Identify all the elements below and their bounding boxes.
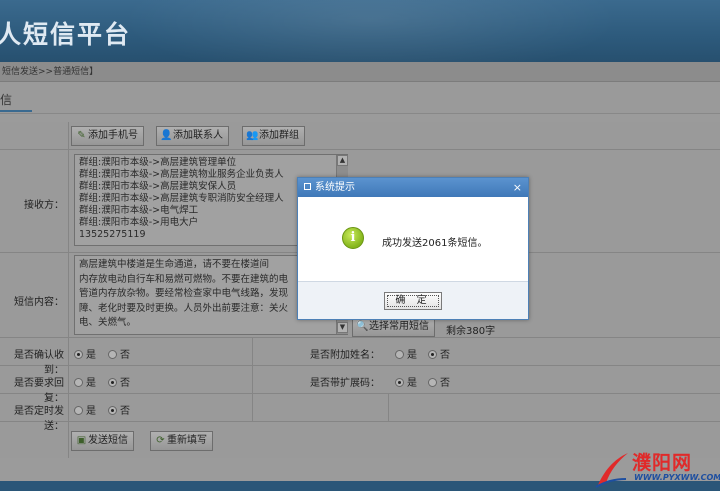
save-icon: ▣ xyxy=(76,435,87,446)
confirm-receipt-no[interactable]: 否 xyxy=(108,346,130,361)
system-prompt-dialog: 系统提示 × i 成功发送2061条短信。 确 定 xyxy=(297,177,529,320)
tab-bar: 信 xyxy=(0,82,720,114)
person-icon: 👤 xyxy=(160,130,173,141)
add-phone-button[interactable]: ✎ 添加手机号 xyxy=(71,126,144,146)
scroll-down-icon[interactable]: ▼ xyxy=(337,322,348,333)
close-icon[interactable]: × xyxy=(513,178,522,197)
site-logo: 濮阳网 WWW.PYXWW.COM xyxy=(594,446,720,491)
receivers-label: 接收方： xyxy=(24,200,64,211)
toolbar-row: ✎ 添加手机号 👤添加联系人 👥添加群组 xyxy=(0,122,720,150)
tab-active-indicator xyxy=(0,110,32,112)
ext-code-label: 是否带扩展码： xyxy=(310,378,380,389)
append-name-no[interactable]: 否 xyxy=(428,346,450,361)
scheduled-yes[interactable]: 是 xyxy=(74,402,96,417)
refresh-icon: ⟳ xyxy=(156,435,165,446)
logo-swoosh-icon xyxy=(595,453,628,488)
info-icon: i xyxy=(342,227,364,249)
confirm-receipt-yes[interactable]: 是 xyxy=(74,346,96,361)
add-contact-button[interactable]: 👤添加联系人 xyxy=(156,126,229,146)
options-row-3: 是否定时发送： 是 否 xyxy=(0,394,720,432)
pencil-icon: ✎ xyxy=(77,130,86,141)
app-title: 人短信平台 xyxy=(0,20,132,49)
scheduled-no[interactable]: 否 xyxy=(108,402,130,417)
breadcrumb: 短信发送>>普通短信】 xyxy=(0,62,720,82)
require-reply-yes[interactable]: 是 xyxy=(74,374,96,389)
dialog-message: 成功发送2061条短信。 xyxy=(382,238,488,249)
radio-icon xyxy=(108,350,117,359)
content-label: 短信内容： xyxy=(14,297,64,308)
radio-icon xyxy=(74,406,83,415)
options-row-2: 是否要求回复： 是 否 是否带扩展码： 是 否 xyxy=(0,366,720,404)
require-reply-no[interactable]: 否 xyxy=(108,374,130,389)
radio-icon xyxy=(428,350,437,359)
radio-icon xyxy=(74,378,83,387)
ext-code-yes[interactable]: 是 xyxy=(395,374,417,389)
dialog-title: 系统提示 xyxy=(315,182,355,193)
refill-button[interactable]: ⟳ 重新填写 xyxy=(150,431,213,451)
send-sms-button[interactable]: ▣ 发送短信 xyxy=(71,431,134,451)
radio-icon xyxy=(108,406,117,415)
ext-code-no[interactable]: 否 xyxy=(428,374,450,389)
dialog-titlebar[interactable]: 系统提示 × xyxy=(298,178,528,197)
remaining-chars: 剩余380字 xyxy=(446,326,496,337)
radio-icon xyxy=(395,350,404,359)
add-group-button[interactable]: 👥添加群组 xyxy=(242,126,305,146)
tab-normal-sms[interactable]: 信 xyxy=(0,91,12,108)
logo-url: WWW.PYXWW.COM xyxy=(634,473,720,482)
magnifier-icon: 🔍 xyxy=(356,321,369,332)
logo-text: 濮阳网 xyxy=(632,452,693,474)
radio-icon xyxy=(74,350,83,359)
app-header: 人短信平台 xyxy=(0,0,720,62)
append-name-label: 是否附加姓名： xyxy=(310,350,380,361)
group-icon: 👥 xyxy=(246,130,259,141)
scroll-up-icon[interactable]: ▲ xyxy=(337,155,348,166)
radio-icon xyxy=(395,378,404,387)
header-sheen xyxy=(120,0,620,62)
ok-button[interactable]: 确 定 xyxy=(384,292,442,310)
append-name-yes[interactable]: 是 xyxy=(395,346,417,361)
options-row-1: 是否确认收到： 是 否 是否附加姓名： 是 否 xyxy=(0,338,720,376)
window-icon xyxy=(304,183,311,190)
radio-icon xyxy=(108,378,117,387)
receiver-line: 群组:濮阳市本级->高层建筑管理单位 xyxy=(79,157,237,168)
radio-icon xyxy=(428,378,437,387)
dialog-footer: 确 定 xyxy=(298,281,528,319)
dialog-body: i 成功发送2061条短信。 xyxy=(298,197,528,281)
select-common-sms-button[interactable]: 🔍选择常用短信 xyxy=(352,317,435,337)
